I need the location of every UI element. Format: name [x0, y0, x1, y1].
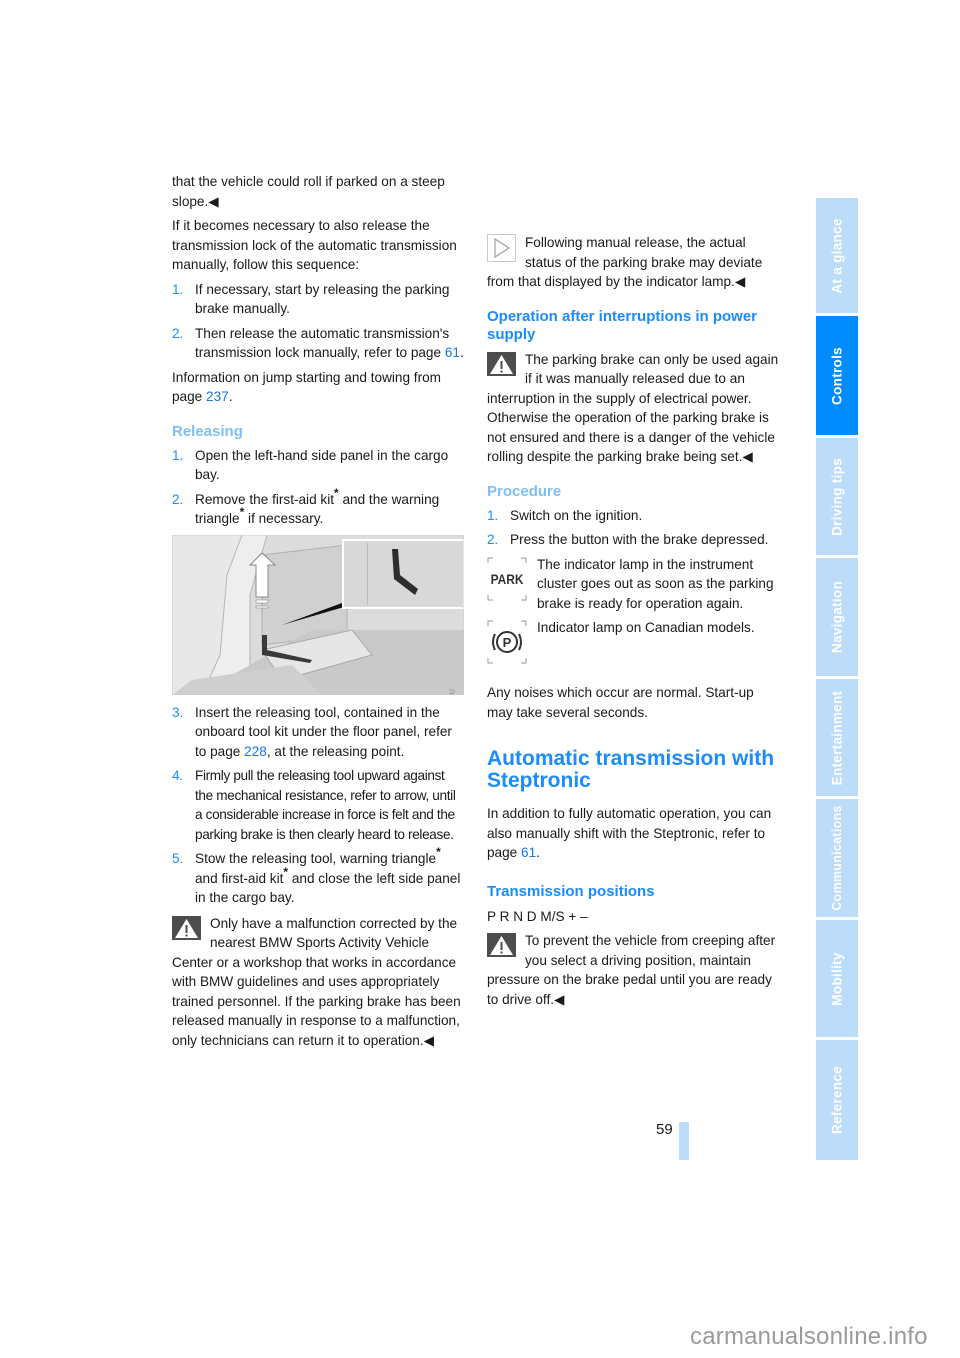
left-column: that the vehicle could roll if parked on… — [172, 172, 464, 1055]
cargo-bay-drawing — [172, 534, 464, 695]
warning-triangle-icon — [172, 915, 201, 940]
page-number-bar — [679, 1122, 689, 1160]
svg-text:P: P — [503, 635, 512, 650]
noises-paragraph: Any noises which occur are normal. Start… — [487, 685, 754, 720]
list-item: 2. Then release the automatic transmissio… — [172, 325, 464, 361]
list-item: 1. Open the left-hand side panel in the c… — [172, 447, 449, 483]
note-play-icon — [487, 234, 516, 262]
list-item: 2. Press the button with the brake depres… — [487, 532, 769, 547]
sequence-list: 1. If necessary, start by releasing the p… — [172, 280, 464, 363]
end-marker-icon: ◀ — [423, 1032, 435, 1048]
list-item: 2. Remove the first-aid kit* and the warn… — [172, 485, 440, 526]
releasing-list-continued: 3. Insert the releasing tool, contained i… — [172, 703, 464, 908]
park-lamp-row: PARK The indicator lamp in the instrumen… — [487, 555, 779, 614]
power-supply-heading: Operation after interruptions in power s… — [487, 307, 758, 343]
list-item: 1. If necessary, start by releasing the p… — [172, 281, 450, 317]
canada-lamp-row: P Indicator lamp on Canadian models. — [487, 618, 779, 678]
list-item: 1. Switch on the ignition. — [487, 507, 643, 523]
option-star-icon: * — [239, 505, 245, 520]
end-marker-icon: ◀ — [554, 991, 565, 1007]
end-marker-icon: ◀ — [208, 193, 219, 209]
tab-entertainment[interactable]: Entertainment — [816, 679, 858, 796]
releasing-heading: Releasing — [172, 422, 243, 440]
page-number: 59 — [656, 1121, 673, 1138]
list-item: 5. Stow the releasing tool, warning trian… — [172, 845, 461, 905]
list-item: 3. Insert the releasing tool, contained i… — [172, 704, 452, 759]
warning-triangle-icon — [487, 351, 516, 376]
option-star-icon: * — [334, 485, 339, 500]
page-link-228[interactable]: 228 — [244, 744, 267, 759]
tab-driving-tips[interactable]: Driving tips — [816, 438, 858, 555]
option-star-icon: * — [283, 864, 289, 879]
option-star-icon: * — [436, 845, 441, 860]
list-item: 4. Firmly pull the releasing tool upward … — [172, 768, 456, 842]
transmission-positions-text: P R N D M/S + – — [487, 908, 588, 924]
jump-start-paragraph: Information on jump starting and towing … — [172, 369, 441, 405]
tab-at-a-glance[interactable]: At a glance — [816, 198, 858, 313]
watermark[interactable]: carmanualsonline.info — [690, 1323, 928, 1351]
tab-controls[interactable]: Controls — [816, 316, 858, 435]
transmission-lock-intro: If it becomes necessary to also release … — [172, 218, 457, 272]
cargo-bay-illustration: W0EG9FUU — [172, 534, 464, 695]
warning-creeping-note: To prevent the vehicle from creeping aft… — [487, 933, 776, 1007]
procedure-heading: Procedure — [487, 482, 562, 500]
releasing-list: 1. Open the left-hand side panel in the c… — [172, 446, 464, 529]
park-indicator-icon: PARK — [487, 557, 527, 601]
end-marker-icon: ◀ — [734, 274, 746, 289]
procedure-list: 1. Switch on the ignition. 2. Press the bu… — [487, 506, 779, 550]
end-marker-icon: ◀ — [742, 449, 753, 464]
warning-malfunction-note: Only have a malfunction corrected by the… — [172, 915, 461, 1048]
p-circle-indicator-icon: P — [487, 620, 527, 664]
figure-code: W0EG9FUU — [444, 689, 464, 695]
intro-paragraph: that the vehicle could roll if parked on… — [172, 174, 445, 209]
page-link-237[interactable]: 237 — [206, 389, 229, 404]
tab-mobility[interactable]: Mobility — [816, 920, 858, 1037]
steptronic-paragraph: In addition to fully automatic operation… — [487, 806, 772, 860]
page-link-61[interactable]: 61 — [521, 845, 536, 860]
tab-reference[interactable]: Reference — [816, 1040, 858, 1160]
page-link-61[interactable]: 61 — [445, 345, 460, 360]
manual-release-note: Following manual release, the actual sta… — [487, 234, 763, 289]
right-column: Following manual release, the actual sta… — [487, 233, 779, 1014]
tab-navigation[interactable]: Navigation — [816, 558, 858, 676]
warning-power-note: The parking brake can only be used again… — [487, 351, 779, 464]
tab-communications[interactable]: Communications — [816, 799, 858, 917]
transmission-positions-heading: Transmission positions — [487, 882, 655, 900]
steptronic-heading: Automatic transmission with Steptronic — [487, 747, 775, 792]
warning-triangle-icon — [487, 933, 516, 957]
